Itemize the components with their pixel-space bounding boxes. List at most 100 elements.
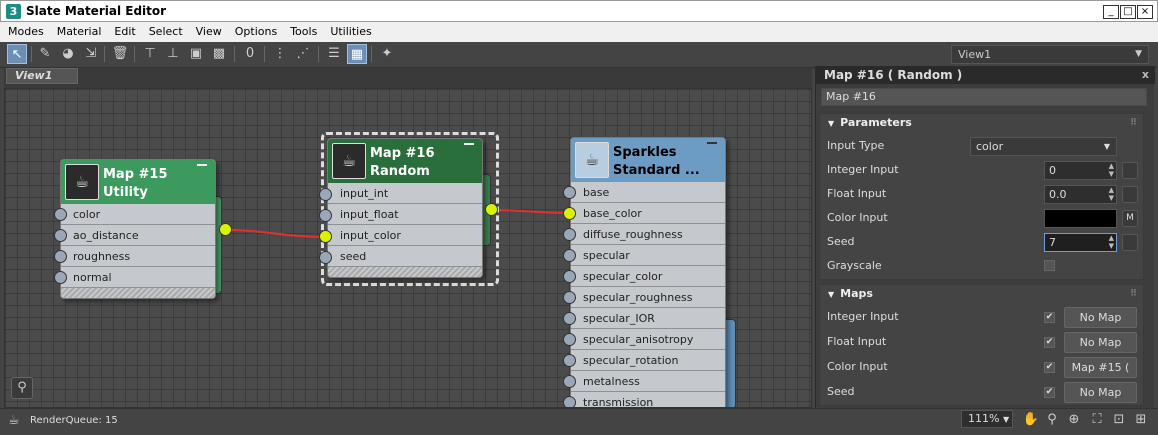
- node-sparkles[interactable]: ☕ Sparkles Standard ... base base_color d…: [570, 137, 726, 407]
- slot-specular[interactable]: specular: [571, 245, 725, 266]
- menu-utilities[interactable]: Utilities: [322, 22, 376, 38]
- output-pin[interactable]: [485, 203, 498, 216]
- map-enable-checkbox[interactable]: ✔: [1044, 362, 1055, 373]
- parameter-editor-icon[interactable]: ▦: [347, 44, 367, 64]
- color-map-button[interactable]: M: [1122, 210, 1138, 227]
- menu-options[interactable]: Options: [227, 22, 282, 38]
- integer-map-button[interactable]: [1122, 162, 1138, 179]
- move-children-icon[interactable]: ⊤: [140, 44, 160, 64]
- slot-specular-roughness[interactable]: specular_roughness: [571, 287, 725, 308]
- slot-specular-ior[interactable]: specular_IOR: [571, 308, 725, 329]
- layout-all-icon[interactable]: ⋮: [270, 44, 290, 64]
- close-panel-icon[interactable]: x: [1142, 66, 1149, 84]
- material-id-icon[interactable]: 0: [240, 44, 260, 64]
- input-pin[interactable]: [563, 249, 576, 262]
- assign-material-icon[interactable]: ⇲: [81, 44, 101, 64]
- input-pin[interactable]: [54, 250, 67, 263]
- minimize-node-icon[interactable]: [464, 143, 474, 145]
- input-pin[interactable]: [563, 228, 576, 241]
- input-pin[interactable]: [54, 271, 67, 284]
- minimize-node-icon[interactable]: [707, 142, 717, 144]
- input-pin[interactable]: [563, 396, 576, 407]
- input-pin[interactable]: [563, 354, 576, 367]
- delete-icon[interactable]: 🗑: [110, 44, 130, 64]
- input-pin[interactable]: [563, 186, 576, 199]
- menu-select[interactable]: Select: [141, 22, 188, 38]
- slot-transmission[interactable]: transmission: [571, 392, 725, 407]
- show-background-icon[interactable]: ▣: [186, 44, 206, 64]
- seed-spinner[interactable]: 7 ▲ ▼: [1044, 233, 1117, 252]
- select-by-material-icon[interactable]: ☰: [324, 44, 344, 64]
- menu-view[interactable]: View: [188, 22, 227, 38]
- layout-children-icon[interactable]: ⋰: [293, 44, 313, 64]
- node-resize-grip[interactable]: [61, 288, 215, 298]
- output-pin[interactable]: [219, 223, 232, 236]
- spinner-arrows-icon[interactable]: ▲ ▼: [1109, 234, 1114, 250]
- node-header[interactable]: ☕ Map #16 Random: [328, 139, 482, 183]
- select-arrow-icon[interactable]: ↖: [7, 44, 27, 64]
- input-type-dropdown[interactable]: color ▼: [970, 137, 1117, 156]
- maps-rollout-title[interactable]: ▼ Maps ⠿: [820, 285, 1143, 303]
- show-map-icon[interactable]: ▩: [209, 44, 229, 64]
- zoom-region-icon[interactable]: ⊕: [1065, 411, 1083, 429]
- slot-color[interactable]: color: [61, 204, 215, 225]
- slot-specular-rotation[interactable]: specular_rotation: [571, 350, 725, 371]
- slot-base-color[interactable]: base_color: [571, 203, 725, 224]
- input-pin[interactable]: [563, 312, 576, 325]
- slot-roughness[interactable]: roughness: [61, 246, 215, 267]
- zoom-dropdown[interactable]: 111% ▼: [961, 410, 1013, 428]
- node-display-icon[interactable]: ✦: [377, 44, 397, 64]
- slot-base[interactable]: base: [571, 182, 725, 203]
- pan-to-selected-icon[interactable]: ⊞: [1132, 411, 1150, 429]
- node-canvas[interactable]: ☕ Map #15 Utility color ao_distance rough…: [4, 88, 812, 408]
- map-enable-checkbox[interactable]: ✔: [1044, 337, 1055, 348]
- map-slot-button[interactable]: No Map: [1064, 332, 1137, 353]
- maximize-button[interactable]: □: [1120, 5, 1136, 19]
- input-pin[interactable]: [319, 230, 332, 243]
- grayscale-checkbox[interactable]: [1044, 260, 1055, 271]
- slot-diffuse-roughness[interactable]: diffuse_roughness: [571, 224, 725, 245]
- input-pin[interactable]: [563, 375, 576, 388]
- tab-view1[interactable]: View1: [6, 68, 78, 84]
- map-slot-button[interactable]: Map #15 (: [1064, 357, 1137, 378]
- minimize-node-icon[interactable]: [197, 164, 207, 166]
- slot-specular-color[interactable]: specular_color: [571, 266, 725, 287]
- map-enable-checkbox[interactable]: ✔: [1044, 312, 1055, 323]
- map-slot-button[interactable]: No Map: [1064, 382, 1137, 403]
- float-map-button[interactable]: [1122, 186, 1138, 203]
- eyedropper-icon[interactable]: ✎: [35, 44, 55, 64]
- menu-modes[interactable]: Modes: [0, 22, 49, 38]
- node-header[interactable]: ☕ Map #15 Utility: [61, 160, 215, 204]
- color-input-swatch[interactable]: [1044, 209, 1117, 228]
- node-utility[interactable]: ☕ Map #15 Utility color ao_distance rough…: [60, 159, 216, 299]
- menu-material[interactable]: Material: [49, 22, 107, 38]
- map-name-field[interactable]: Map #16: [821, 88, 1147, 106]
- node-resize-grip[interactable]: [328, 267, 482, 277]
- spinner-arrows-icon[interactable]: ▲ ▼: [1109, 162, 1114, 178]
- menu-tools[interactable]: Tools: [282, 22, 322, 38]
- float-input-spinner[interactable]: 0.0 ▲ ▼: [1044, 185, 1117, 204]
- parameters-rollout-title[interactable]: ▼ Parameters ⠿: [820, 114, 1143, 132]
- input-pin[interactable]: [563, 270, 576, 283]
- zoom-magnifier-icon[interactable]: ⚲: [1043, 411, 1061, 429]
- node-random[interactable]: ☕ Map #16 Random input_int input_float in…: [327, 138, 483, 278]
- input-pin[interactable]: [319, 188, 332, 201]
- slot-metalness[interactable]: metalness: [571, 371, 725, 392]
- menu-edit[interactable]: Edit: [106, 22, 140, 38]
- pan-hand-icon[interactable]: ✋: [1022, 411, 1040, 429]
- input-pin[interactable]: [563, 291, 576, 304]
- map-enable-checkbox[interactable]: ✔: [1044, 387, 1055, 398]
- minimize-button[interactable]: _: [1103, 5, 1119, 19]
- input-pin[interactable]: [319, 251, 332, 264]
- input-pin[interactable]: [563, 207, 576, 220]
- slot-seed[interactable]: seed: [328, 246, 482, 267]
- slot-input-color[interactable]: input_color: [328, 225, 482, 246]
- navigator-icon[interactable]: ⚲: [11, 377, 33, 399]
- close-button[interactable]: ×: [1137, 5, 1153, 19]
- view-select-dropdown[interactable]: View1 ▼: [951, 45, 1149, 64]
- slot-ao-distance[interactable]: ao_distance: [61, 225, 215, 246]
- seed-map-button[interactable]: [1122, 234, 1138, 251]
- input-pin[interactable]: [54, 229, 67, 242]
- zoom-selected-icon[interactable]: ⊡: [1110, 411, 1128, 429]
- input-pin[interactable]: [319, 209, 332, 222]
